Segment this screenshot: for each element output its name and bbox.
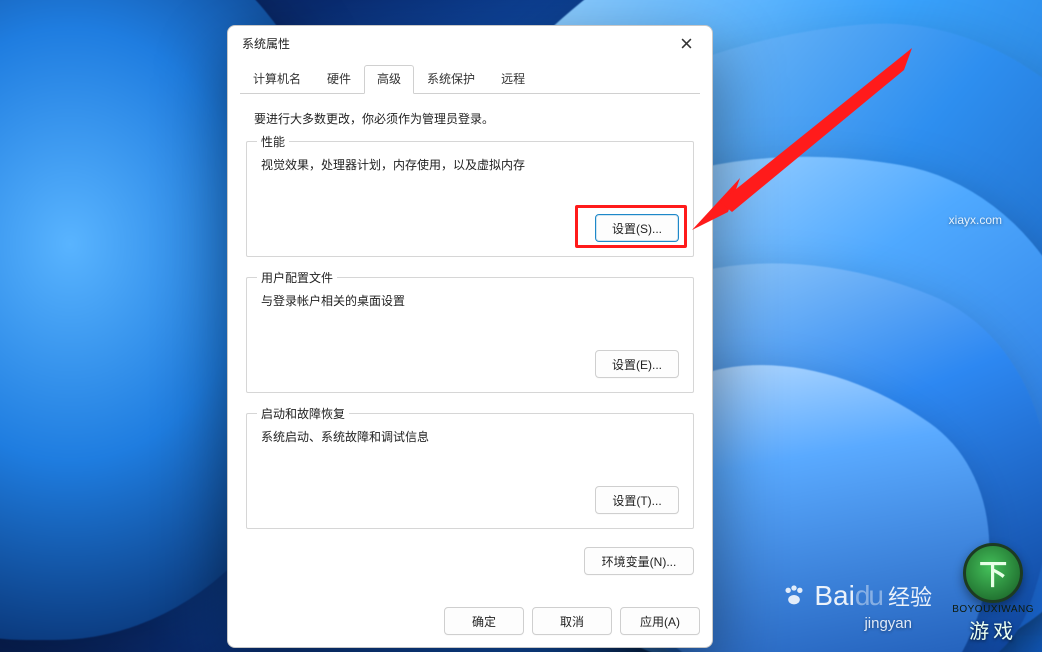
startup-settings-button[interactable]: 设置(T)... [595,486,679,514]
watermark-baidu-suffix: 经验 [888,585,932,610]
tab-remote[interactable]: 远程 [488,65,538,94]
group-performance: 性能 视觉效果，处理器计划，内存使用，以及虚拟内存 设置(S)... [246,141,694,257]
close-button[interactable] [668,30,704,56]
system-properties-dialog: 系统属性 计算机名 硬件 高级 系统保护 远程 要进行大多数更改，你必须作为管理… [227,25,713,648]
dialog-body: 计算机名 硬件 高级 系统保护 远程 要进行大多数更改，你必须作为管理员登录。 … [228,60,712,597]
group-user-profiles-legend: 用户配置文件 [257,269,337,286]
titlebar[interactable]: 系统属性 [228,26,712,60]
cancel-button[interactable]: 取消 [532,607,612,635]
ok-button[interactable]: 确定 [444,607,524,635]
watermark-baidu: Baidu经验 [780,580,932,612]
admin-notice: 要进行大多数更改，你必须作为管理员登录。 [240,100,700,139]
group-user-profiles: 用户配置文件 与登录帐户相关的桌面设置 设置(E)... [246,277,694,393]
group-user-profiles-desc: 与登录帐户相关的桌面设置 [261,292,679,310]
tab-computer-name[interactable]: 计算机名 [240,65,314,94]
tab-system-protection[interactable]: 系统保护 [414,65,488,94]
group-startup-recovery: 启动和故障恢复 系统启动、系统故障和调试信息 设置(T)... [246,413,694,529]
environment-variables-button[interactable]: 环境变量(N)... [584,547,694,575]
close-icon [681,38,692,49]
group-performance-desc: 视觉效果，处理器计划，内存使用，以及虚拟内存 [261,156,679,174]
performance-settings-button[interactable]: 设置(S)... [595,214,679,242]
tab-advanced[interactable]: 高级 [364,65,414,94]
dialog-title: 系统属性 [242,35,290,52]
tab-hardware[interactable]: 硬件 [314,65,364,94]
logo-circle-icon: 下 [963,543,1023,603]
logo-big-text: 游戏 [969,615,1017,644]
group-startup-legend: 启动和故障恢复 [257,405,349,422]
watermark-site: xiayx.com [949,213,1002,227]
watermark-baidu-text: Bai [814,580,854,611]
tabstrip: 计算机名 硬件 高级 系统保护 远程 [240,64,700,94]
user-profiles-settings-button[interactable]: 设置(E)... [595,350,679,378]
watermark-baidu-sub: jingyan [864,615,912,632]
apply-button[interactable]: 应用(A) [620,607,700,635]
logo-small-text: BOYOUXIWANG [952,604,1034,615]
watermark-xiayx-logo: 下 BOYOUXIWANG 游戏 [952,543,1034,644]
dialog-footer: 确定 取消 应用(A) [228,597,712,647]
paw-icon [780,581,808,612]
group-performance-legend: 性能 [257,133,289,150]
group-startup-desc: 系统启动、系统故障和调试信息 [261,428,679,446]
